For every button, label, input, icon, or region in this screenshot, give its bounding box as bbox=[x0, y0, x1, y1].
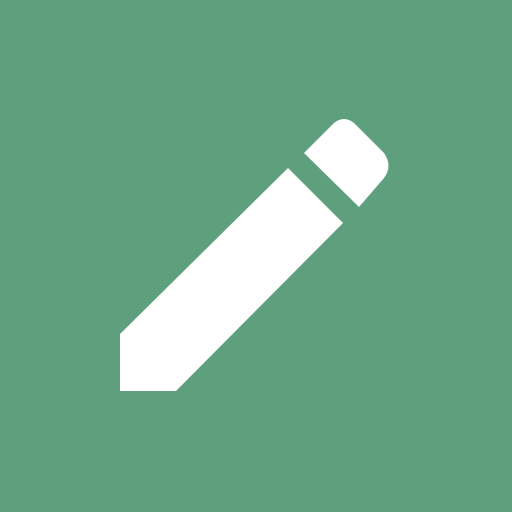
pencil-icon-svg bbox=[120, 119, 389, 391]
pencil-icon bbox=[0, 0, 512, 512]
pencil-eraser bbox=[304, 119, 389, 207]
app-icon-tile bbox=[0, 0, 512, 512]
pencil-body bbox=[120, 168, 343, 391]
